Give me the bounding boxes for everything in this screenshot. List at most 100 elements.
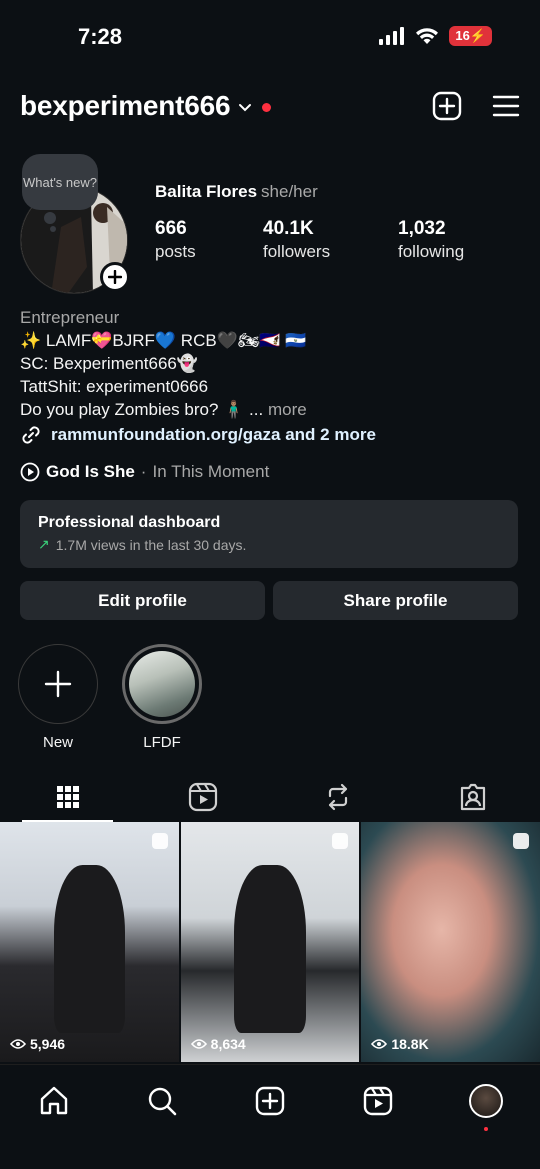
view-count: 8,634	[190, 1036, 246, 1052]
battery-level: 16	[455, 28, 470, 43]
signal-icon	[379, 27, 405, 45]
nav-search[interactable]	[137, 1081, 187, 1121]
highlight-new-circle[interactable]	[18, 644, 98, 724]
reposts-icon	[328, 783, 347, 811]
eye-icon	[371, 1039, 388, 1049]
view-count: 18.8K	[371, 1036, 429, 1052]
menu-icon[interactable]	[492, 94, 520, 118]
home-icon	[40, 1086, 68, 1115]
more-link[interactable]: more	[268, 400, 307, 419]
notification-dot	[262, 102, 272, 112]
battery-indicator: 16⚡	[449, 26, 492, 46]
charging-icon: ⚡	[469, 28, 486, 43]
post-thumbnail	[53, 865, 126, 1034]
highlight-cover-image	[129, 651, 195, 717]
share-profile-button[interactable]: Share profile	[273, 581, 518, 620]
grid-post[interactable]: 18.8K	[361, 822, 540, 1062]
create-icon	[255, 1086, 285, 1116]
reels-icon	[188, 782, 217, 812]
tagged-icon	[460, 783, 485, 811]
dashboard-subtitle: ↗ 1.7M views in the last 30 days.	[38, 536, 500, 553]
profile-stats: 666 posts 40.1K followers 1,032 followin…	[155, 218, 500, 262]
eye-icon	[190, 1039, 207, 1049]
following-count: 1,032	[398, 218, 446, 239]
reel-indicator-icon	[151, 833, 168, 849]
tab-reposts[interactable]	[270, 772, 405, 822]
view-count-text: 18.8K	[391, 1036, 429, 1052]
bio-line: ✨ LAMF💝BJRF💙 RCB🖤🏍🇦🇸 🇸🇻	[20, 331, 307, 350]
bottom-navigation	[0, 1064, 540, 1169]
highlight-label: New	[42, 734, 73, 751]
chevron-down-icon[interactable]	[238, 103, 252, 113]
note-bubble[interactable]: What's new?	[22, 154, 98, 210]
plus-icon	[44, 670, 72, 698]
profile-avatar-small	[469, 1084, 503, 1118]
link-icon	[22, 426, 40, 444]
link-text: rammunfoundation.org/gaza and 2 more	[51, 425, 376, 444]
edit-profile-button[interactable]: Edit profile	[20, 581, 265, 620]
status-icons: 16⚡	[379, 26, 492, 46]
bio-line-last: Do you play Zombies bro? 🧍🏽‍♂️ ... more	[20, 398, 520, 421]
highlight-new[interactable]: New	[18, 644, 98, 751]
add-story-button[interactable]	[100, 262, 130, 292]
trend-up-icon: ↗	[38, 536, 50, 552]
bio: Entrepreneur ✨ LAMF💝BJRF💙 RCB🖤🏍🇦🇸 🇸🇻 SC:…	[20, 306, 520, 421]
reel-indicator-icon	[513, 833, 530, 849]
plus-icon	[108, 270, 122, 284]
dashboard-views: 1.7M views in the last 30 days.	[55, 536, 247, 553]
full-name: Balita Flores she/her	[155, 182, 318, 202]
full-name-text: Balita Flores	[155, 182, 258, 201]
dashboard-title: Professional dashboard	[38, 514, 221, 531]
song-title: God Is She	[46, 462, 135, 481]
view-count: 5,946	[10, 1036, 65, 1052]
status-time: 7:28	[78, 24, 123, 49]
highlight-label: LFDF	[143, 734, 181, 751]
followers-label: followers	[263, 242, 331, 261]
grid-post[interactable]: 8,634	[180, 822, 360, 1062]
highlight-item[interactable]: LFDF	[122, 644, 202, 751]
profile-music[interactable]: God Is She · In This Moment	[20, 462, 269, 482]
tab-posts[interactable]	[0, 772, 135, 822]
eye-icon	[10, 1039, 26, 1049]
professional-dashboard[interactable]: Professional dashboard ↗ 1.7M views in t…	[20, 500, 518, 568]
posts-count: 666	[155, 218, 187, 239]
reel-indicator-icon	[332, 833, 349, 849]
post-thumbnail	[234, 865, 306, 1034]
profile-header: bexperiment666	[20, 84, 520, 128]
add-post-icon[interactable]	[432, 91, 462, 121]
posts-label: posts	[155, 242, 196, 261]
stat-following[interactable]: 1,032 following	[398, 218, 464, 262]
view-count-text: 8,634	[210, 1036, 246, 1052]
pronouns: she/her	[261, 182, 318, 201]
stat-followers[interactable]: 40.1K followers	[263, 218, 398, 262]
nav-profile[interactable]	[461, 1081, 511, 1131]
view-count-text: 5,946	[30, 1036, 66, 1052]
grid-icon	[56, 786, 79, 808]
grid-post[interactable]: 5,946	[0, 822, 179, 1062]
play-circle-icon	[20, 462, 40, 482]
highlight-circle[interactable]	[122, 644, 202, 724]
status-bar: 7:28 16⚡	[0, 0, 540, 72]
note-bubble-tail-small	[50, 226, 56, 232]
bio-line: Do you play Zombies bro? 🧍🏽‍♂️ ...	[20, 400, 264, 419]
tab-tagged[interactable]	[405, 772, 540, 822]
followers-count: 40.1K	[263, 218, 314, 239]
category-label: Entrepreneur	[20, 308, 120, 327]
stat-posts[interactable]: 666 posts	[155, 218, 263, 262]
profile-actions: Edit profile Share profile	[20, 581, 518, 620]
nav-reels[interactable]	[353, 1081, 403, 1121]
tab-reels[interactable]	[135, 772, 270, 822]
nav-create[interactable]	[245, 1081, 295, 1121]
story-highlights: New LFDF	[18, 644, 202, 751]
artist-name: In This Moment	[152, 462, 270, 481]
note-bubble-tail	[44, 212, 56, 224]
profile-tabs	[0, 772, 540, 822]
bio-link[interactable]: rammunfoundation.org/gaza and 2 more	[20, 424, 376, 446]
wifi-icon	[416, 28, 439, 44]
bio-line: SC: Bexperiment666👻	[20, 354, 199, 373]
music-separator: ·	[140, 462, 147, 481]
username[interactable]: bexperiment666	[20, 90, 231, 122]
nav-home[interactable]	[29, 1081, 79, 1121]
note-text: What's new?	[22, 174, 97, 190]
following-label: following	[398, 242, 465, 261]
